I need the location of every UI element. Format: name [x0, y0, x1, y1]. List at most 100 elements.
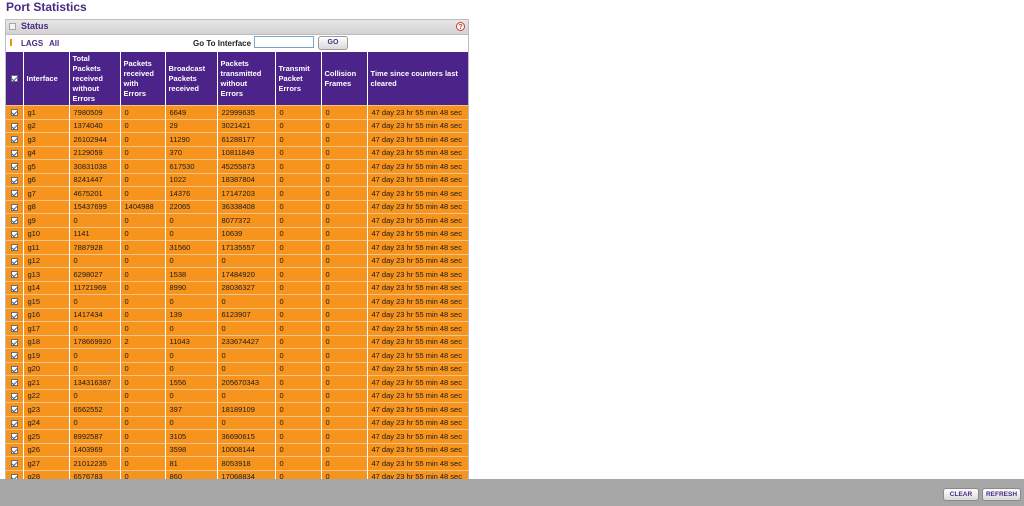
row-checkbox-cell[interactable] — [6, 159, 23, 173]
table-row[interactable]: g10 1141 0 0 10639 0 0 47 day 23 hr 55 min 48 s… — [6, 226, 468, 241]
table-row[interactable]: g19 0 0 0 0 0 0 47 day 23 hr 55 min 48 sec — [6, 348, 468, 362]
row-checkbox-cell[interactable] — [6, 361, 23, 376]
row-checkbox-cell[interactable] — [6, 348, 23, 362]
row-checkbox[interactable] — [10, 379, 18, 387]
row-checkbox-cell[interactable] — [6, 415, 23, 430]
table-row[interactable]: g15 0 0 0 0 0 0 47 day 23 hr 55 min 48 sec — [6, 294, 468, 308]
refresh-button[interactable]: REFRESH — [982, 488, 1021, 501]
row-checkbox[interactable] — [10, 352, 18, 360]
row-checkbox[interactable] — [10, 149, 18, 157]
row-checkbox-cell[interactable] — [6, 375, 23, 389]
row-checkbox[interactable] — [10, 244, 18, 252]
row-checkbox[interactable] — [10, 446, 18, 454]
table-row[interactable]: g27 21012235 0 81 8053918 0 0 47 day 23 hr 55 m… — [6, 456, 468, 470]
row-checkbox-cell[interactable] — [6, 442, 23, 457]
row-checkbox[interactable] — [10, 419, 18, 427]
row-checkbox-cell[interactable] — [6, 240, 23, 254]
table-row[interactable]: g2 1374040 0 29 3021421 0 0 47 day 23 hr 55 min… — [6, 118, 468, 133]
row-checkbox-cell[interactable] — [6, 145, 23, 160]
help-icon[interactable]: ? — [456, 22, 465, 31]
row-checkbox-cell[interactable] — [6, 388, 23, 403]
table-row[interactable]: g21 134316387 0 1556 205670343 0 0 47 day 23 hr… — [6, 375, 468, 389]
row-checkbox-cell[interactable] — [6, 402, 23, 416]
table-row[interactable]: g18 178669920 2 11043 233674427 0 0 47 day 23 h… — [6, 334, 468, 349]
table-row[interactable]: g7 4675201 0 14376 17147203 0 0 47 day 23 hr 55… — [6, 186, 468, 200]
row-checkbox-cell[interactable] — [6, 429, 23, 443]
row-checkbox-cell[interactable] — [6, 456, 23, 470]
row-checkbox[interactable] — [10, 338, 18, 346]
table-row[interactable]: g20 0 0 0 0 0 0 47 day 23 hr 55 min 48 sec — [6, 361, 468, 376]
row-checkbox-cell[interactable] — [6, 118, 23, 133]
table-row[interactable]: g23 6562552 0 397 18189109 0 0 47 day 23 hr 55 … — [6, 402, 468, 416]
table-row[interactable]: g5 30831038 0 617530 45255873 0 0 47 day 23 hr … — [6, 159, 468, 173]
row-checkbox-cell[interactable] — [6, 280, 23, 295]
row-checkbox[interactable] — [10, 311, 18, 319]
table-row[interactable]: g1 7980509 0 6649 22999635 0 0 47 day 23 hr 55 … — [6, 105, 468, 119]
cell-total-packets-received: 30831038 — [68, 159, 120, 173]
cell-total-packets-received: 6576783 — [68, 469, 120, 479]
table-row[interactable]: g16 1417434 0 139 6123907 0 0 47 day 23 hr 55 m… — [6, 307, 468, 322]
row-checkbox-cell[interactable] — [6, 186, 23, 200]
select-all-checkbox[interactable] — [10, 75, 18, 83]
row-checkbox-cell[interactable] — [6, 172, 23, 187]
table-row[interactable]: g12 0 0 0 0 0 0 47 day 23 hr 55 min 48 sec — [6, 253, 468, 268]
cell-transmit-errors: 0 — [274, 132, 321, 146]
table-row[interactable]: g25 8992587 0 3105 36690615 0 0 47 day 23 hr 55… — [6, 429, 468, 443]
row-checkbox[interactable] — [10, 406, 18, 414]
row-checkbox-cell[interactable] — [6, 267, 23, 281]
collapse-toggle-icon[interactable] — [9, 23, 16, 30]
row-checkbox[interactable] — [10, 109, 18, 117]
row-checkbox-cell[interactable] — [6, 105, 23, 119]
goto-interface-input[interactable] — [254, 36, 314, 48]
row-checkbox[interactable] — [10, 433, 18, 441]
row-checkbox[interactable] — [10, 203, 18, 211]
row-checkbox[interactable] — [10, 298, 18, 306]
row-checkbox[interactable] — [10, 460, 18, 468]
table-row[interactable]: g8 15437699 1404988 22065 36338408 0 0 47 day 2… — [6, 199, 468, 214]
table-row[interactable]: g11 7887928 0 31560 17135557 0 0 47 day 23 hr 5… — [6, 240, 468, 254]
row-checkbox[interactable] — [10, 176, 18, 184]
row-checkbox-cell[interactable] — [6, 321, 23, 335]
cell-packets-transmitted: 0 — [216, 253, 275, 268]
clear-button[interactable]: CLEAR — [943, 488, 979, 501]
row-checkbox-cell[interactable] — [6, 213, 23, 227]
table-row[interactable]: g22 0 0 0 0 0 0 47 day 23 hr 55 min 48 sec — [6, 388, 468, 403]
row-checkbox-cell[interactable] — [6, 253, 23, 268]
table-row[interactable]: g9 0 0 0 8077372 0 0 47 day 23 hr 55 min 48 sec — [6, 213, 468, 227]
row-checkbox-cell[interactable] — [6, 199, 23, 214]
row-checkbox-cell[interactable] — [6, 334, 23, 349]
select-all-checkbox-cell[interactable] — [6, 52, 23, 106]
table-row[interactable]: g6 8241447 0 1022 18387804 0 0 47 day 23 hr 55 … — [6, 172, 468, 187]
row-checkbox[interactable] — [10, 163, 18, 171]
row-checkbox[interactable] — [10, 136, 18, 144]
table-row[interactable]: g4 2129059 0 370 10811849 0 0 47 day 23 hr 55 m… — [6, 145, 468, 160]
row-checkbox-cell[interactable] — [6, 132, 23, 146]
table-row[interactable]: g28 6576783 0 860 17068834 0 0 47 day 23 hr 55 … — [6, 469, 468, 479]
cell-transmit-errors: 0 — [274, 105, 321, 119]
row-checkbox-cell[interactable] — [6, 294, 23, 308]
row-checkbox[interactable] — [10, 325, 18, 333]
row-checkbox[interactable] — [10, 257, 18, 265]
row-checkbox[interactable] — [10, 365, 18, 373]
table-row[interactable]: g3 26102944 0 11290 61288177 0 0 47 day 23 hr 5… — [6, 132, 468, 146]
row-checkbox-cell[interactable] — [6, 226, 23, 241]
row-checkbox[interactable] — [10, 122, 18, 130]
table-row[interactable]: g14 11721969 0 8990 28036327 0 0 47 day 23 hr 5… — [6, 280, 468, 295]
lags-filter-link[interactable]: LAGS — [21, 39, 43, 48]
cell-broadcast-packets: 139 — [164, 307, 217, 322]
table-row[interactable]: g17 0 0 0 0 0 0 47 day 23 hr 55 min 48 sec — [6, 321, 468, 335]
row-checkbox[interactable] — [10, 271, 18, 279]
all-filter-link[interactable]: All — [49, 39, 59, 48]
row-checkbox-cell[interactable] — [6, 469, 23, 479]
row-checkbox-cell[interactable] — [6, 307, 23, 322]
table-row[interactable]: g26 1403969 0 3598 10008144 0 0 47 day 23 hr 55… — [6, 442, 468, 457]
cell-total-packets-received: 178669920 — [68, 334, 120, 349]
row-checkbox[interactable] — [10, 284, 18, 292]
row-checkbox[interactable] — [10, 230, 18, 238]
row-checkbox[interactable] — [10, 190, 18, 198]
table-row[interactable]: g13 6298027 0 1538 17484920 0 0 47 day 23 hr 55… — [6, 267, 468, 281]
row-checkbox[interactable] — [10, 392, 18, 400]
table-row[interactable]: g24 0 0 0 0 0 0 47 day 23 hr 55 min 48 sec — [6, 415, 468, 430]
row-checkbox[interactable] — [10, 217, 18, 225]
go-button[interactable]: GO — [318, 36, 348, 50]
